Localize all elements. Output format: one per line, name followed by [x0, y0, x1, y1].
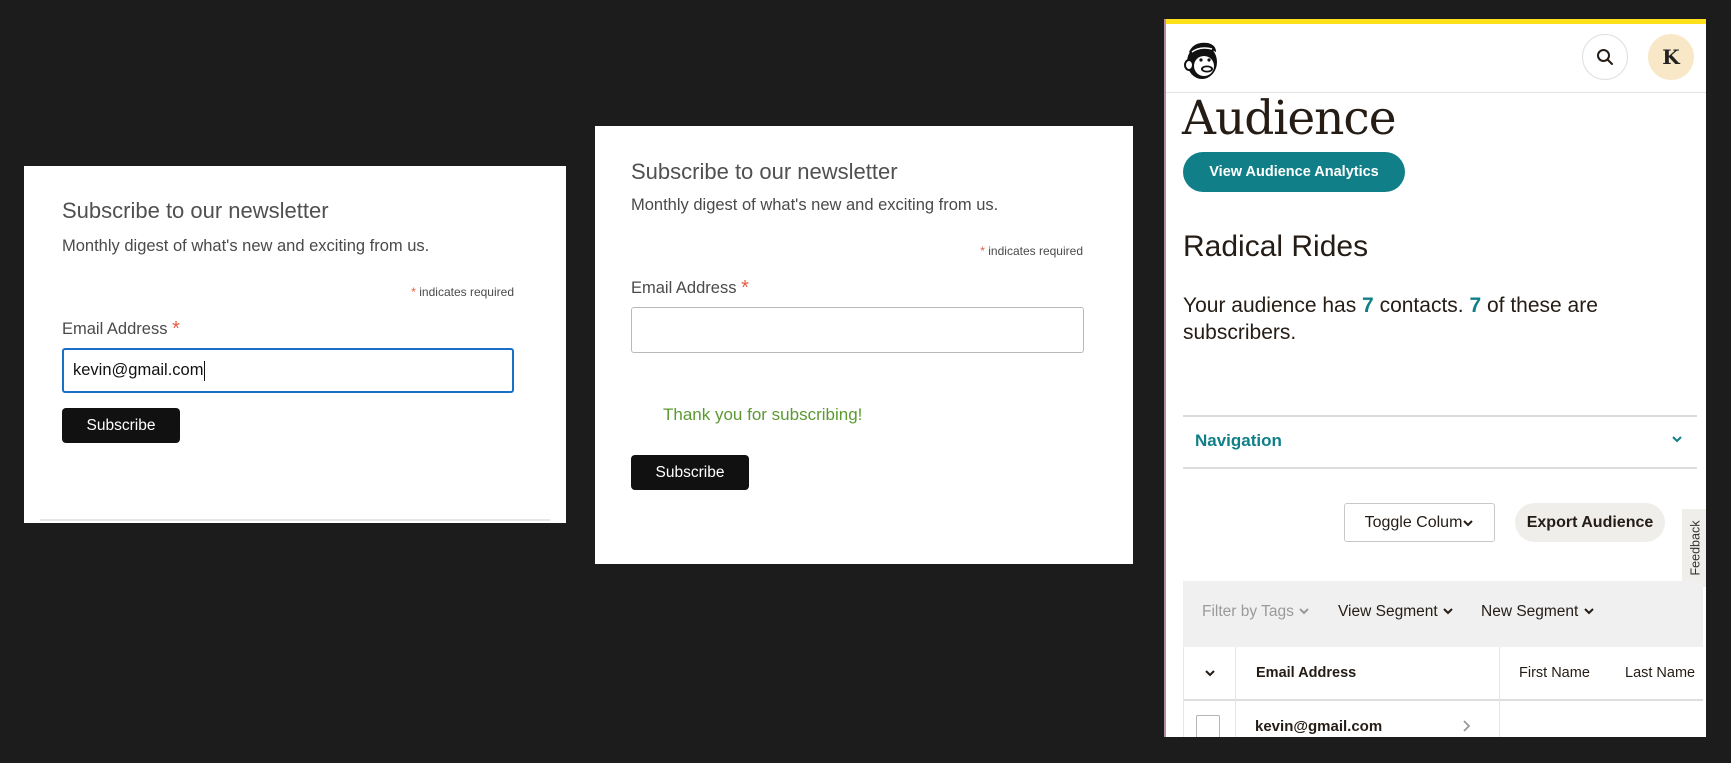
- contacts-count: 7: [1362, 294, 1374, 317]
- export-audience-button[interactable]: Export Audience: [1515, 503, 1665, 542]
- select-all-header[interactable]: [1183, 647, 1236, 701]
- form-subtitle: Monthly digest of what's new and excitin…: [62, 237, 430, 255]
- filter-bar: Filter by Tags View Segment New Segment: [1183, 581, 1703, 647]
- required-note: * indicates required: [980, 244, 1083, 258]
- subscribe-button[interactable]: Subscribe: [62, 408, 180, 443]
- filter-label: New Segment: [1481, 603, 1579, 620]
- row-checkbox[interactable]: [1196, 715, 1220, 737]
- column-header-last-name[interactable]: Last Name: [1609, 647, 1703, 701]
- filter-label: Filter by Tags: [1202, 603, 1294, 620]
- column-header-email[interactable]: Email Address: [1236, 647, 1499, 701]
- app-header: K: [1166, 24, 1706, 93]
- chevron-right-icon[interactable]: [1461, 717, 1471, 737]
- email-label: Email Address *: [62, 317, 180, 340]
- user-avatar[interactable]: K: [1648, 34, 1694, 80]
- search-button[interactable]: [1582, 34, 1628, 80]
- navigation-accordion[interactable]: Navigation: [1183, 415, 1697, 469]
- required-star: *: [172, 318, 180, 340]
- toggle-columns-dropdown[interactable]: Toggle Colum: [1344, 503, 1495, 542]
- chevron-down-icon: [1299, 608, 1309, 615]
- required-note: * indicates required: [411, 285, 514, 299]
- subscribers-count: 7: [1469, 294, 1482, 317]
- audience-summary: Your audience has 7 contacts. 7 of these…: [1183, 292, 1663, 346]
- form-divider: [40, 519, 550, 521]
- form-subtitle: Monthly digest of what's new and excitin…: [631, 196, 999, 214]
- required-star: *: [741, 277, 749, 299]
- feedback-label: Feedback: [1688, 520, 1702, 576]
- success-message: Thank you for subscribing!: [663, 405, 863, 424]
- email-input[interactable]: [631, 307, 1084, 353]
- new-segment-dropdown[interactable]: New Segment: [1481, 603, 1595, 621]
- subscribe-button[interactable]: Subscribe: [631, 455, 749, 490]
- email-label-text: Email Address: [62, 320, 168, 338]
- email-input[interactable]: kevin@gmail.com: [62, 348, 514, 393]
- chevron-down-icon: [1443, 608, 1453, 615]
- summary-prefix: Your audience has: [1183, 294, 1363, 317]
- filter-by-tags-dropdown[interactable]: Filter by Tags: [1202, 603, 1310, 621]
- required-note-text: indicates required: [419, 285, 514, 299]
- row-email[interactable]: kevin@gmail.com: [1255, 718, 1382, 735]
- email-input-value: kevin@gmail.com: [73, 361, 204, 379]
- mailchimp-logo-icon[interactable]: [1180, 38, 1222, 82]
- column-divider: [1499, 647, 1500, 737]
- form-title: Subscribe to our newsletter: [631, 159, 898, 184]
- feedback-tab[interactable]: Feedback: [1682, 509, 1706, 587]
- page-title: Audience: [1182, 91, 1397, 146]
- column-divider: [1235, 647, 1236, 737]
- view-audience-analytics-button[interactable]: View Audience Analytics: [1183, 152, 1405, 192]
- required-star: *: [980, 244, 985, 258]
- required-star: *: [411, 285, 416, 299]
- required-note-text: indicates required: [988, 244, 1083, 258]
- chevron-down-icon: [1463, 519, 1474, 526]
- navigation-label: Navigation: [1195, 431, 1282, 450]
- email-label-text: Email Address: [631, 279, 737, 297]
- column-header-first-name[interactable]: First Name: [1499, 647, 1609, 701]
- newsletter-form-submitted: Subscribe to our newsletter Monthly dige…: [595, 126, 1133, 564]
- mailchimp-audience-panel: K Audience View Audience Analytics Radic…: [1164, 19, 1706, 737]
- email-label: Email Address *: [631, 276, 749, 299]
- column-divider: [1183, 647, 1184, 737]
- newsletter-form-filled: Subscribe to our newsletter Monthly dige…: [24, 166, 566, 523]
- chevron-down-icon: [1583, 608, 1594, 615]
- filter-label: View Segment: [1338, 603, 1438, 620]
- search-icon: [1597, 49, 1613, 65]
- view-segment-dropdown[interactable]: View Segment: [1338, 603, 1454, 621]
- contacts-table: Email Address First Name Last Name kevin…: [1183, 647, 1703, 737]
- summary-middle: contacts.: [1373, 294, 1470, 317]
- audience-name: Radical Rides: [1183, 230, 1369, 263]
- text-caret: [204, 360, 206, 381]
- chevron-down-icon: [1671, 431, 1683, 447]
- form-title: Subscribe to our newsletter: [62, 198, 329, 223]
- toggle-columns-label: Toggle Colum: [1364, 513, 1463, 531]
- chevron-down-icon: [1204, 670, 1215, 677]
